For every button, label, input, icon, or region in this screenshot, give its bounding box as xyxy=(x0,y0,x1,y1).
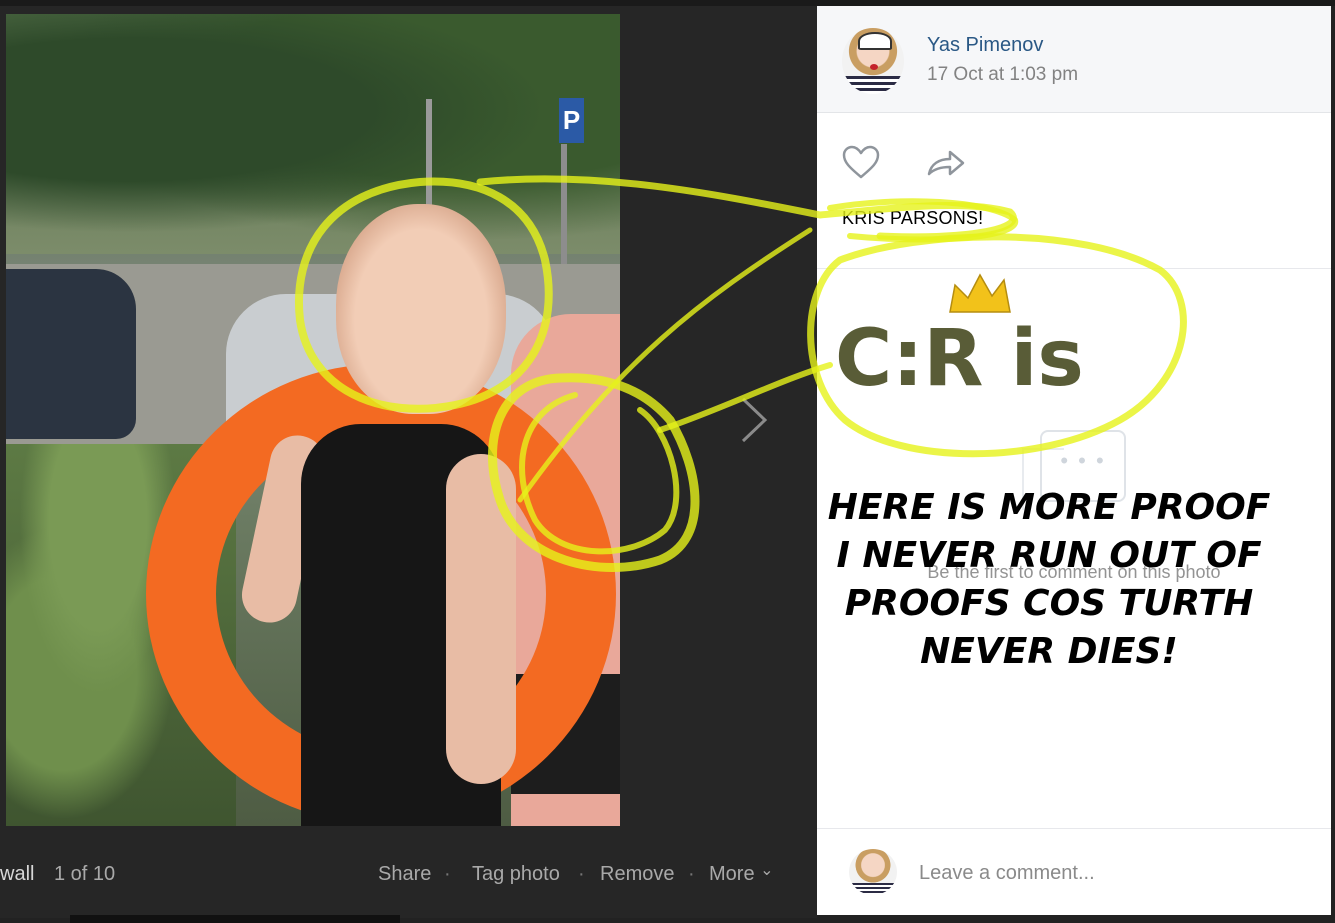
avatar-stripes xyxy=(842,76,904,94)
viewer-toolbar: wall 1 of 10 Share · Tag photo · Remove … xyxy=(0,855,817,895)
chevron-right-icon[interactable] xyxy=(735,395,775,445)
photo[interactable]: P xyxy=(6,14,620,826)
divider xyxy=(817,828,1331,829)
post-header: Yas Pimenov 17 Oct at 1:03 pm xyxy=(817,6,1331,113)
more-label: More xyxy=(709,863,755,885)
heart-icon[interactable] xyxy=(841,144,881,180)
meme-line: PROOFS COS TURTH xyxy=(844,583,1254,624)
more-button[interactable]: More ⌄ xyxy=(709,862,774,886)
separator-dot: · xyxy=(444,863,451,885)
photo-girl-face xyxy=(336,204,506,414)
separator-dot: · xyxy=(578,863,585,885)
share-button[interactable]: Share xyxy=(378,863,431,886)
separator-dot: · xyxy=(688,863,695,885)
meme-text: HERE IS MORE PROOF I NEVER RUN OUT OF PR… xyxy=(817,484,1281,676)
remove-button[interactable]: Remove xyxy=(600,863,674,886)
post-caption: KRIS PARSONS! xyxy=(842,208,984,228)
photo-girl-arm-right xyxy=(446,454,516,784)
comment-input[interactable] xyxy=(917,854,1311,892)
tag-photo-button[interactable]: Tag photo xyxy=(472,863,560,886)
album-link[interactable]: wall xyxy=(0,863,34,886)
photo-viewer: P xyxy=(0,6,817,918)
share-arrow-icon[interactable] xyxy=(925,148,967,178)
avatar-lips xyxy=(870,64,878,70)
meme-line: I NEVER RUN OUT OF xyxy=(836,535,1262,576)
author-name[interactable]: Yas Pimenov xyxy=(927,34,1043,57)
bottom-strip xyxy=(70,915,400,923)
chevron-down-icon: ⌄ xyxy=(760,862,774,879)
post-panel: Yas Pimenov 17 Oct at 1:03 pm KRIS PARSO… xyxy=(817,6,1331,915)
avatar[interactable] xyxy=(842,28,904,94)
avatar-hat xyxy=(858,32,892,50)
divider xyxy=(817,268,1331,269)
photo-trees xyxy=(6,14,620,254)
post-date[interactable]: 17 Oct at 1:03 pm xyxy=(927,64,1078,86)
meme-line: HERE IS MORE PROOF xyxy=(827,487,1271,528)
photo-counter: 1 of 10 xyxy=(54,863,116,885)
avatar-stripes xyxy=(849,883,897,895)
meme-line: NEVER DIES! xyxy=(920,631,1178,672)
avatar xyxy=(849,849,897,895)
comments-empty-dots: • • • xyxy=(1060,448,1106,473)
photo-car-dark xyxy=(6,269,136,439)
photo-parking-sign: P xyxy=(559,98,584,143)
